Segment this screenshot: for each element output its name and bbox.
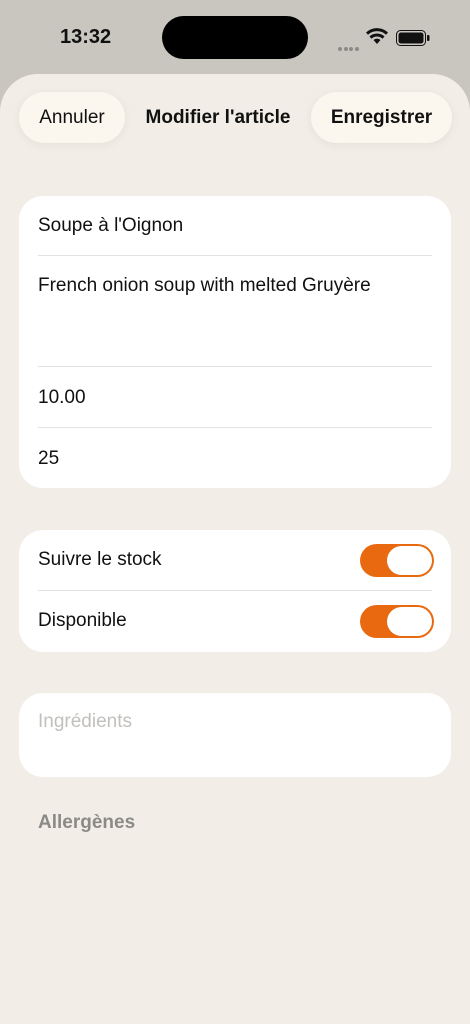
status-bar: 13:32 — [0, 0, 470, 74]
toggles-card: Suivre le stock Disponible — [19, 530, 451, 652]
description-field[interactable]: French onion soup with melted Gruyère — [38, 275, 432, 365]
save-button[interactable]: Enregistrer — [311, 92, 452, 143]
status-time: 13:32 — [60, 26, 112, 48]
item-details-card: Soupe à l'Oignon French onion soup with … — [19, 196, 451, 488]
divider — [38, 255, 432, 256]
price-field[interactable]: 10.00 — [38, 387, 432, 409]
divider — [38, 366, 432, 367]
ingredients-card: Ingrédients — [19, 693, 451, 777]
wifi-icon — [366, 28, 388, 44]
cellular-signal-icon — [338, 38, 360, 51]
divider — [38, 590, 432, 591]
page-title: Modifier l'article — [145, 106, 291, 128]
allergens-section-label: Allergènes — [38, 812, 136, 833]
available-toggle[interactable] — [360, 605, 434, 638]
dynamic-island — [162, 16, 308, 59]
divider — [38, 427, 432, 428]
track-stock-toggle[interactable] — [360, 544, 434, 577]
name-field[interactable]: Soupe à l'Oignon — [38, 215, 432, 237]
ingredients-input[interactable]: Ingrédients — [38, 711, 432, 761]
quantity-field[interactable]: 25 — [38, 448, 432, 470]
cancel-button[interactable]: Annuler — [19, 92, 125, 143]
battery-icon — [396, 30, 430, 46]
edit-item-sheet: Annuler Modifier l'article Enregistrer S… — [0, 74, 470, 1024]
